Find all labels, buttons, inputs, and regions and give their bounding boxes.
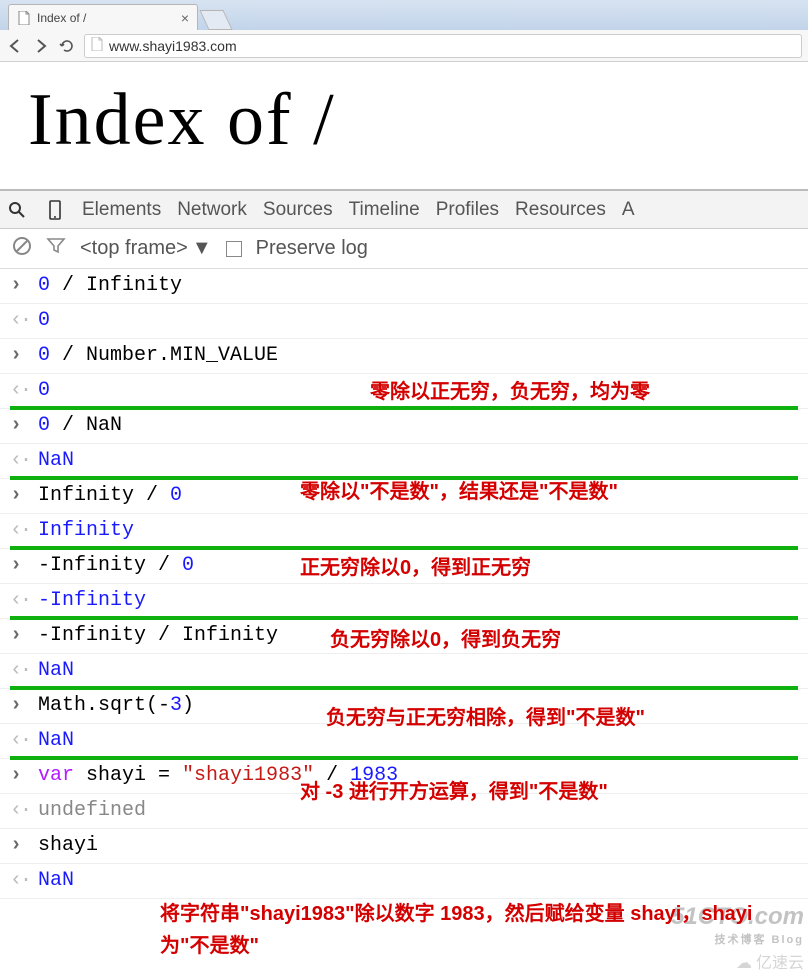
- console-row: 0 / Number.MIN_VALUE: [0, 339, 808, 374]
- code-text: NaN: [38, 658, 74, 684]
- tab-network[interactable]: Network: [177, 199, 247, 221]
- separator-line: [10, 686, 798, 690]
- watermark-51cto: 51CTO.com 技术博客 Blog: [671, 903, 804, 947]
- console-row: -Infinity / 0: [0, 549, 808, 584]
- tab-strip: Index of / ×: [0, 0, 808, 30]
- code-text: 0 / Infinity: [38, 273, 182, 299]
- code-text: -Infinity: [38, 588, 146, 614]
- file-icon: [17, 11, 31, 25]
- watermark-yisu: ☁亿速云: [736, 949, 804, 973]
- console-row: -Infinity / Infinity: [0, 619, 808, 654]
- close-icon[interactable]: ×: [181, 10, 189, 26]
- separator-line: [10, 406, 798, 410]
- separator-line: [10, 756, 798, 760]
- input-arrow-icon: [10, 273, 26, 299]
- output-arrow-icon: [10, 518, 26, 544]
- code-text: 0 / Number.MIN_VALUE: [38, 343, 278, 369]
- console-row: undefined: [0, 794, 808, 829]
- tab-resources[interactable]: Resources: [515, 199, 606, 221]
- console-row: Infinity / 0: [0, 479, 808, 514]
- browser-tab[interactable]: Index of / ×: [8, 4, 198, 30]
- url-text: www.shayi1983.com: [109, 38, 795, 54]
- code-text: NaN: [38, 728, 74, 754]
- output-arrow-icon: [10, 308, 26, 334]
- separator-line: [10, 616, 798, 620]
- console-row: NaN: [0, 724, 808, 759]
- code-text: -Infinity / 0: [38, 553, 194, 579]
- console-row: shayi: [0, 829, 808, 864]
- code-text: shayi: [38, 833, 98, 859]
- console-row: NaN: [0, 654, 808, 689]
- output-arrow-icon: [10, 728, 26, 754]
- output-arrow-icon: [10, 448, 26, 474]
- console-row: Math.sqrt(-3): [0, 689, 808, 724]
- code-text: 0: [38, 308, 50, 334]
- output-arrow-icon: [10, 868, 26, 894]
- preserve-log-checkbox[interactable]: [226, 241, 242, 257]
- new-tab-button[interactable]: [199, 10, 232, 30]
- tab-title: Index of /: [37, 11, 175, 25]
- code-text: undefined: [38, 798, 146, 824]
- output-arrow-icon: [10, 588, 26, 614]
- clear-icon[interactable]: [12, 236, 32, 262]
- chevron-down-icon: ▼: [192, 237, 212, 260]
- code-text: Infinity: [38, 518, 134, 544]
- console-row: var shayi = "shayi1983" / 1983: [0, 759, 808, 794]
- output-arrow-icon: [10, 798, 26, 824]
- console-output[interactable]: 0 / Infinity 0 0 / Number.MIN_VALUE 0 0 / Na…: [0, 269, 808, 899]
- console-row: 0: [0, 304, 808, 339]
- separator-line: [10, 546, 798, 550]
- cloud-icon: ☁: [736, 953, 752, 973]
- input-arrow-icon: [10, 343, 26, 369]
- page-heading: Index of /: [0, 62, 808, 189]
- input-arrow-icon: [10, 553, 26, 579]
- tab-sources[interactable]: Sources: [263, 199, 333, 221]
- address-bar[interactable]: www.shayi1983.com: [84, 34, 802, 58]
- input-arrow-icon: [10, 833, 26, 859]
- annotation: 将字符串"shayi1983"除以数字 1983，然后赋给变量 shayi，sh…: [160, 898, 780, 962]
- console-row: NaN: [0, 444, 808, 479]
- input-arrow-icon: [10, 763, 26, 789]
- console-toolbar: <top frame> ▼ Preserve log: [0, 229, 808, 269]
- frame-selector[interactable]: <top frame> ▼: [80, 237, 212, 260]
- code-text: Infinity / 0: [38, 483, 182, 509]
- tab-elements[interactable]: Elements: [82, 199, 161, 221]
- input-arrow-icon: [10, 623, 26, 649]
- tab-timeline[interactable]: Timeline: [349, 199, 420, 221]
- console-row: NaN: [0, 864, 808, 899]
- console-row: 0 / Infinity: [0, 269, 808, 304]
- code-text: var shayi = "shayi1983" / 1983: [38, 763, 398, 789]
- code-text: NaN: [38, 868, 74, 894]
- output-arrow-icon: [10, 378, 26, 404]
- output-arrow-icon: [10, 658, 26, 684]
- device-icon[interactable]: [44, 199, 66, 221]
- code-text: NaN: [38, 448, 74, 474]
- page-icon: [91, 37, 103, 54]
- console-row: 0: [0, 374, 808, 409]
- devtools: Elements Network Sources Timeline Profil…: [0, 189, 808, 899]
- console-row: Infinity: [0, 514, 808, 549]
- code-text: Math.sqrt(-3): [38, 693, 194, 719]
- input-arrow-icon: [10, 483, 26, 509]
- devtools-tabs: Elements Network Sources Timeline Profil…: [0, 191, 808, 229]
- input-arrow-icon: [10, 413, 26, 439]
- input-arrow-icon: [10, 693, 26, 719]
- console-row: 0 / NaN: [0, 409, 808, 444]
- back-button[interactable]: [6, 37, 24, 55]
- console-row: -Infinity: [0, 584, 808, 619]
- forward-button[interactable]: [32, 37, 50, 55]
- code-text: 0 / NaN: [38, 413, 122, 439]
- reload-button[interactable]: [58, 37, 76, 55]
- search-icon[interactable]: [6, 199, 28, 221]
- separator-line: [10, 476, 798, 480]
- code-text: 0: [38, 378, 50, 404]
- code-text: -Infinity / Infinity: [38, 623, 278, 649]
- nav-bar: www.shayi1983.com: [0, 30, 808, 62]
- tab-profiles[interactable]: Profiles: [436, 199, 499, 221]
- tab-audits[interactable]: A: [622, 199, 635, 221]
- filter-icon[interactable]: [46, 236, 66, 262]
- preserve-log-label: Preserve log: [256, 237, 368, 260]
